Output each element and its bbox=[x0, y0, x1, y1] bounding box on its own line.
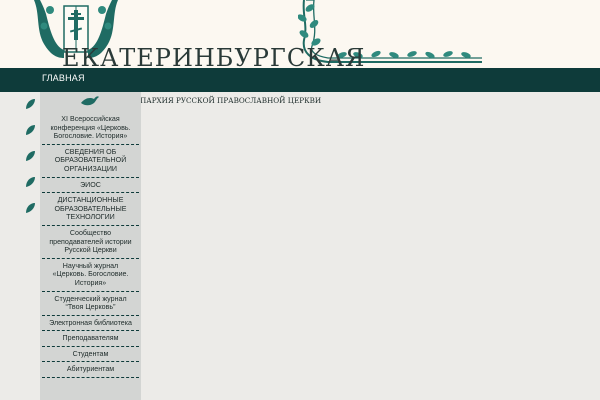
sidebar-item-eios[interactable]: ЭИОС bbox=[42, 178, 139, 194]
sidebar-item-teachers-community[interactable]: Сообщество преподавателей истории Русско… bbox=[42, 226, 139, 259]
dove-icon bbox=[81, 96, 99, 106]
nav-home-link[interactable]: ГЛАВНАЯ bbox=[42, 73, 85, 83]
sidebar-menu: XI Всероссийская конференция «Церковь. Б… bbox=[40, 92, 141, 400]
site-subtitle: ПАРХИЯ РУССКОЙ ПРАВОСЛАВНОЙ ЦЕРКВИ bbox=[140, 96, 322, 105]
leaf-icon bbox=[26, 151, 35, 161]
sidebar-menu-list: XI Всероссийская конференция «Церковь. Б… bbox=[40, 112, 141, 379]
sidebar-item-org-info[interactable]: СВЕДЕНИЯ ОБ ОБРАЗОВАТЕЛЬНОЙ ОРГАНИЗАЦИИ bbox=[42, 145, 139, 178]
sidebar-item-student-journal[interactable]: Студенческий журнал “Твоя Церковь” bbox=[42, 292, 139, 316]
sidebar-item-applicants[interactable]: Абитуриентам bbox=[42, 362, 139, 379]
sidebar-item-students[interactable]: Студентам bbox=[42, 347, 139, 363]
leaf-icon bbox=[26, 125, 35, 135]
site-header: ЕКАТЕРИНБУРГСКАЯ bbox=[0, 0, 600, 68]
sidebar-item-teachers[interactable]: Преподавателям bbox=[42, 331, 139, 347]
sidebar-item-distance-learning[interactable]: ДИСТАНЦИОННЫЕ ОБРАЗОВАТЕЛЬНЫЕ ТЕХНОЛОГИИ bbox=[42, 193, 139, 226]
leaf-icon bbox=[26, 203, 35, 213]
site-title[interactable]: ЕКАТЕРИНБУРГСКАЯ bbox=[62, 46, 365, 68]
leaf-icon bbox=[26, 99, 35, 109]
sidebar-item-scientific-journal[interactable]: Научный журнал «Церковь. Богословие. Ист… bbox=[42, 259, 139, 292]
sidebar-item-conference[interactable]: XI Всероссийская конференция «Церковь. Б… bbox=[42, 112, 139, 145]
leaf-icon bbox=[26, 177, 35, 187]
sidebar-item-library[interactable]: Электронная библиотека bbox=[42, 316, 139, 332]
top-navigation-bar: ГЛАВНАЯ bbox=[0, 68, 600, 92]
